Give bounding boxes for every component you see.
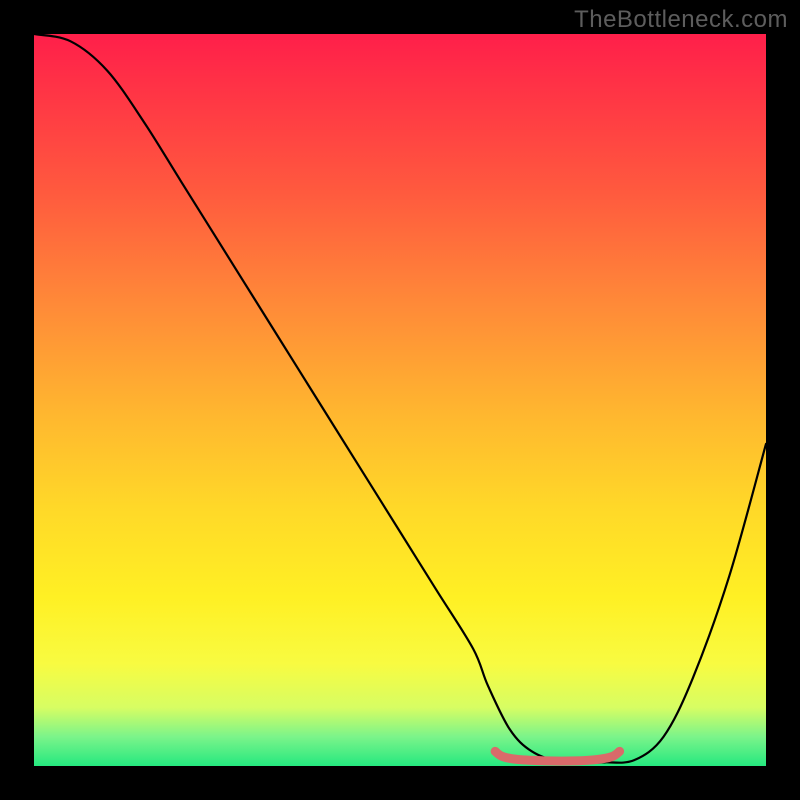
watermark-text: TheBottleneck.com <box>574 6 788 34</box>
chart-plot-area <box>34 34 766 766</box>
bottleneck-curve <box>34 34 766 763</box>
optimal-range-marker <box>495 751 619 761</box>
chart-svg <box>34 34 766 766</box>
chart-frame: TheBottleneck.com <box>0 0 800 800</box>
